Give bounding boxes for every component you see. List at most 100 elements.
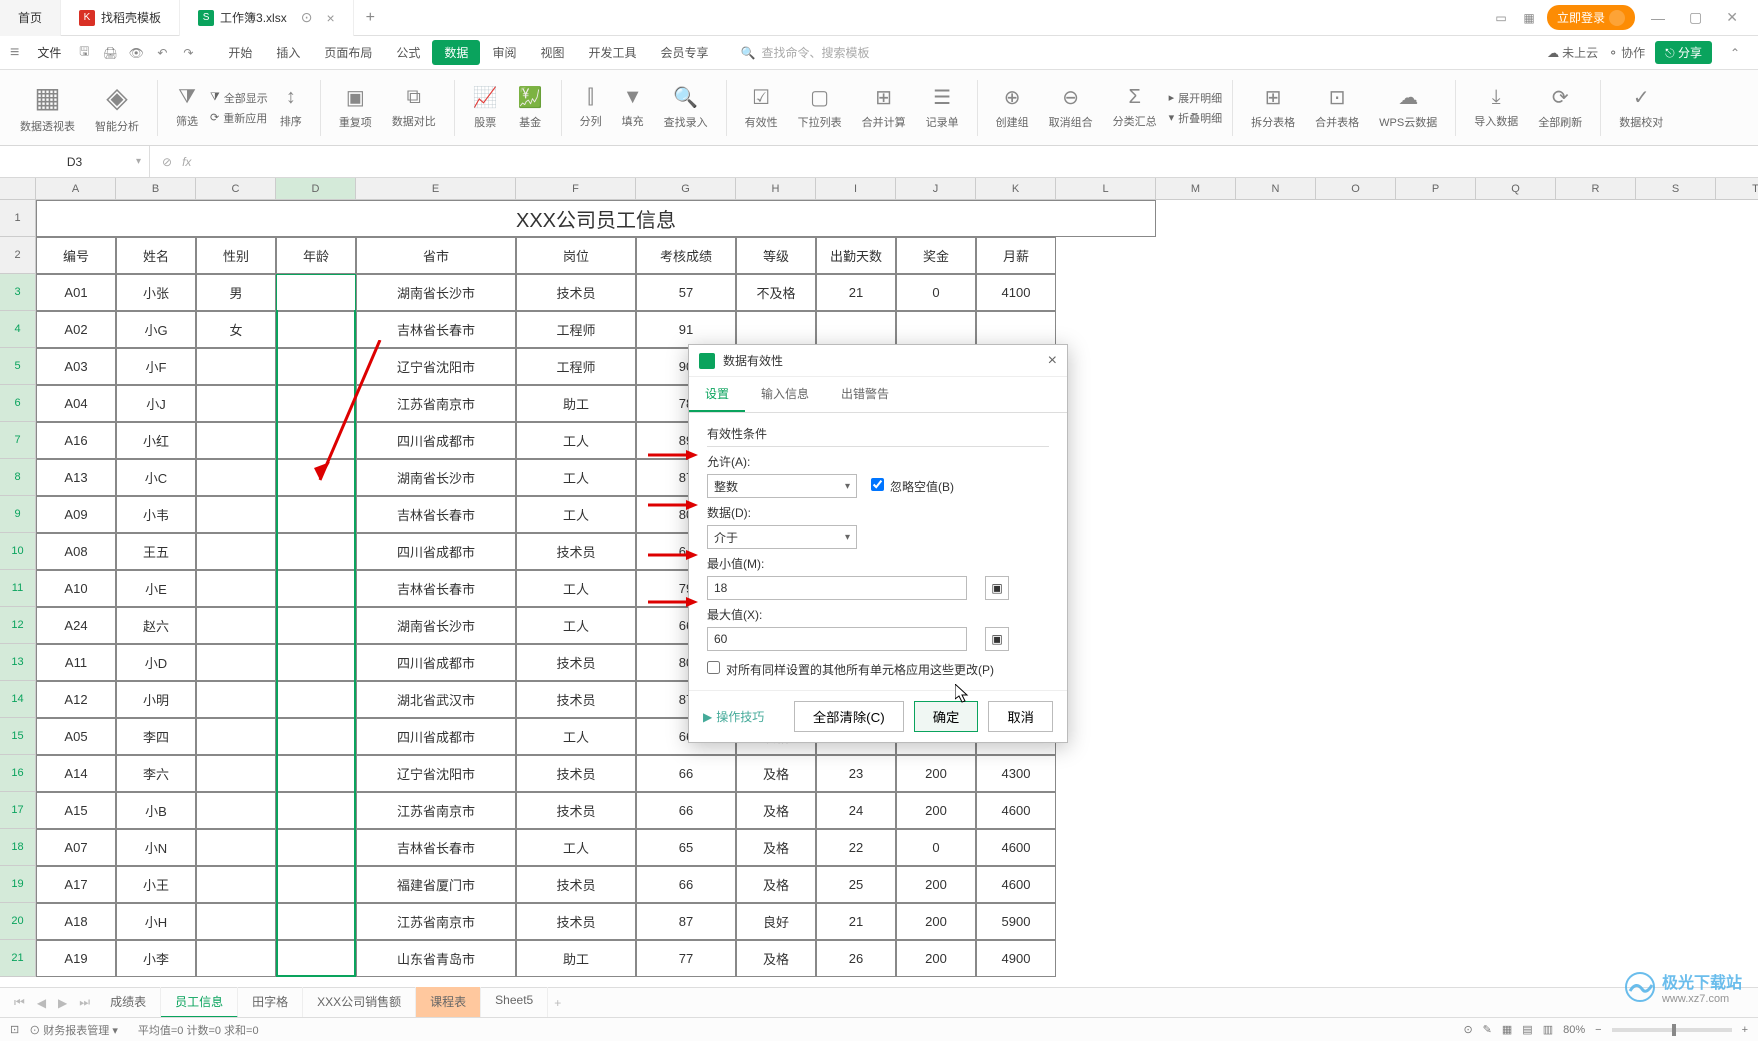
table-header[interactable]: 考核成绩 [636, 237, 736, 274]
row-header[interactable]: 2 [0, 237, 36, 274]
dup-button[interactable]: ▣重复项 [331, 85, 380, 130]
table-cell[interactable]: A05 [36, 718, 116, 755]
col-header[interactable]: T [1716, 178, 1758, 200]
table-cell[interactable]: 江苏省南京市 [356, 385, 516, 422]
table-cell[interactable]: 工程师 [516, 348, 636, 385]
row-header[interactable]: 19 [0, 866, 36, 903]
preview-icon[interactable]: 👁 [126, 43, 146, 63]
table-header[interactable]: 性别 [196, 237, 276, 274]
table-header[interactable]: 出勤天数 [816, 237, 896, 274]
table-cell[interactable] [196, 681, 276, 718]
table-cell[interactable]: A17 [36, 866, 116, 903]
add-tab-button[interactable]: + [354, 9, 387, 27]
table-cell[interactable] [276, 792, 356, 829]
col-header[interactable]: E [356, 178, 516, 200]
table-cell[interactable]: 57 [636, 274, 736, 311]
import-button[interactable]: ⤓导入数据 [1466, 86, 1526, 129]
col-header[interactable]: G [636, 178, 736, 200]
smart-button[interactable]: ◈智能分析 [87, 81, 147, 134]
col-header[interactable]: J [896, 178, 976, 200]
table-cell[interactable]: 小张 [116, 274, 196, 311]
sheet-nav-next[interactable]: ▶ [52, 996, 73, 1010]
table-cell[interactable]: 200 [896, 903, 976, 940]
save-icon[interactable]: 🖫 [74, 43, 94, 63]
table-cell[interactable] [276, 459, 356, 496]
table-cell[interactable]: 技术员 [516, 903, 636, 940]
menu-tab-6[interactable]: 视图 [528, 40, 576, 65]
view-page-icon[interactable]: ▤ [1522, 1023, 1532, 1036]
table-cell[interactable]: 小韦 [116, 496, 196, 533]
table-cell[interactable] [276, 903, 356, 940]
table-cell[interactable] [276, 755, 356, 792]
col-header[interactable]: P [1396, 178, 1476, 200]
row-header[interactable]: 1 [0, 200, 36, 237]
table-cell[interactable]: 小D [116, 644, 196, 681]
sheet-tab[interactable]: 成绩表 [96, 987, 161, 1018]
col-header[interactable]: N [1236, 178, 1316, 200]
row-header[interactable]: 15 [0, 718, 36, 755]
table-cell[interactable]: A08 [36, 533, 116, 570]
table-cell[interactable]: A10 [36, 570, 116, 607]
expand-button[interactable]: ▸ 展开明细 [1169, 90, 1223, 106]
menu-tab-8[interactable]: 会员专享 [648, 40, 720, 65]
table-cell[interactable] [276, 681, 356, 718]
table-cell[interactable]: 福建省厦门市 [356, 866, 516, 903]
table-cell[interactable]: 4300 [976, 755, 1056, 792]
table-cell[interactable]: A12 [36, 681, 116, 718]
table-cell[interactable] [196, 607, 276, 644]
name-box[interactable]: D3 [0, 146, 150, 177]
dialog-titlebar[interactable]: 数据有效性 × [689, 345, 1067, 377]
sheet-nav-last[interactable]: ⏭ [73, 995, 96, 1010]
table-cell[interactable] [196, 829, 276, 866]
table-cell[interactable]: 0 [896, 274, 976, 311]
dialog-tab-input[interactable]: 输入信息 [745, 377, 825, 412]
table-cell[interactable]: 66 [636, 866, 736, 903]
ignore-blank-checkbox[interactable]: 忽略空值(B) [871, 478, 954, 495]
table-cell[interactable] [276, 829, 356, 866]
table-cell[interactable]: 湖南省长沙市 [356, 274, 516, 311]
col-header[interactable]: Q [1476, 178, 1556, 200]
row-header[interactable]: 16 [0, 755, 36, 792]
row-header[interactable]: 10 [0, 533, 36, 570]
table-cell[interactable]: 200 [896, 792, 976, 829]
col-header[interactable]: H [736, 178, 816, 200]
table-cell[interactable] [196, 718, 276, 755]
table-cell[interactable]: 山东省青岛市 [356, 940, 516, 977]
collapse-ribbon-icon[interactable]: ⌃ [1725, 43, 1745, 63]
col-header[interactable]: K [976, 178, 1056, 200]
reapply-button[interactable]: ⟳ 重新应用 [210, 110, 268, 126]
table-cell[interactable]: 及格 [736, 755, 816, 792]
redo-icon[interactable]: ↷ [178, 43, 198, 63]
ungroup-button[interactable]: ⊖取消组合 [1041, 85, 1101, 130]
table-cell[interactable] [276, 496, 356, 533]
table-cell[interactable]: 23 [816, 755, 896, 792]
row-header[interactable]: 12 [0, 607, 36, 644]
menu-tab-3[interactable]: 公式 [384, 40, 432, 65]
table-cell[interactable]: 小明 [116, 681, 196, 718]
table-cell[interactable]: 66 [636, 792, 736, 829]
table-cell[interactable]: A13 [36, 459, 116, 496]
table-cell[interactable]: 4600 [976, 829, 1056, 866]
table-cell[interactable]: A16 [36, 422, 116, 459]
table-cell[interactable]: 77 [636, 940, 736, 977]
table-header[interactable]: 月薪 [976, 237, 1056, 274]
table-cell[interactable]: A18 [36, 903, 116, 940]
col-header[interactable]: L [1056, 178, 1156, 200]
zoom-slider[interactable] [1612, 1028, 1732, 1032]
menu-icon[interactable]: ≡ [10, 44, 19, 62]
table-cell[interactable]: 助工 [516, 385, 636, 422]
dialog-tab-error[interactable]: 出错警告 [825, 377, 905, 412]
sheet-nav-prev[interactable]: ◀ [31, 996, 52, 1010]
mgmt-dropdown[interactable]: ⊙ 财务报表管理 ▾ [29, 1022, 118, 1038]
table-cell[interactable]: 吉林省长春市 [356, 570, 516, 607]
table-cell[interactable]: 200 [896, 866, 976, 903]
wpscloud-button[interactable]: ☁WPS云数据 [1371, 85, 1445, 130]
table-cell[interactable]: 21 [816, 274, 896, 311]
table-header[interactable]: 姓名 [116, 237, 196, 274]
table-cell[interactable]: 25 [816, 866, 896, 903]
table-cell[interactable] [976, 311, 1056, 348]
row-header[interactable]: 21 [0, 940, 36, 977]
table-cell[interactable]: A07 [36, 829, 116, 866]
tab-close-icon[interactable]: × [326, 10, 334, 26]
search-box[interactable]: 🔍查找命令、搜索模板 [741, 44, 870, 61]
